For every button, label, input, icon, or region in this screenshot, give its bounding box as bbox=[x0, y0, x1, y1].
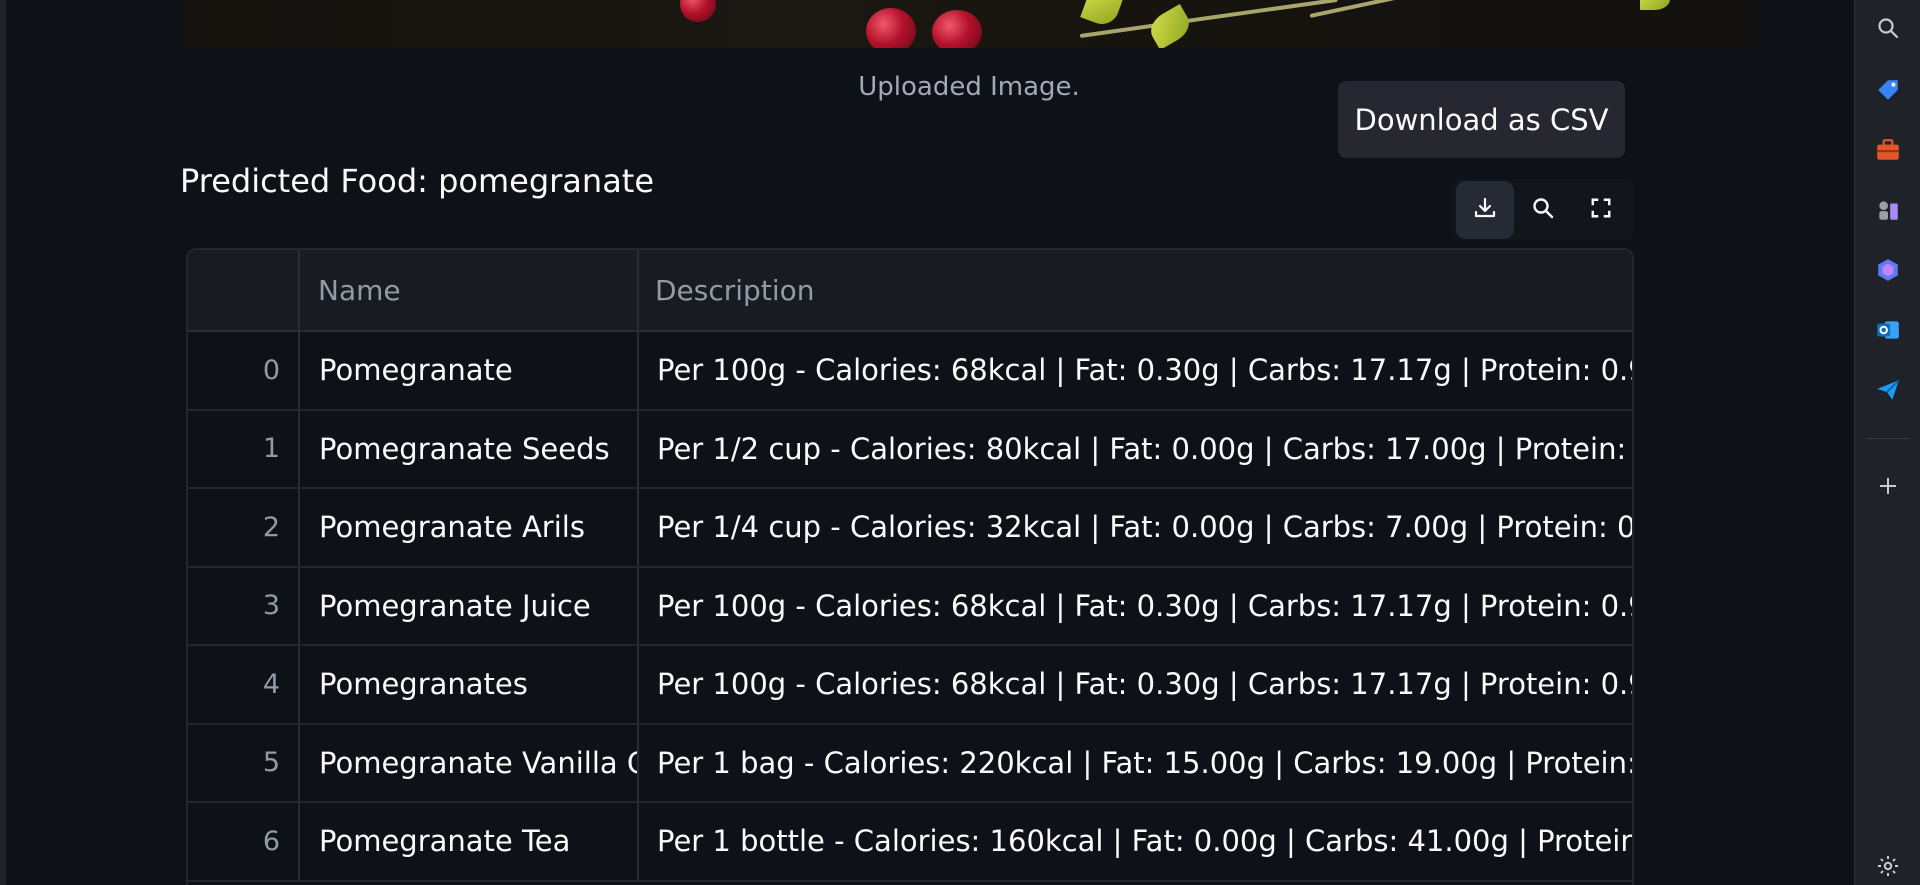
row-name[interactable]: Pomegranate Vanilla Cas bbox=[300, 724, 639, 801]
row-description[interactable]: Per 1/4 cup - Calories: 32kcal | Fat: 0.… bbox=[639, 489, 1632, 566]
row-name[interactable]: Pomegranate Seeds bbox=[300, 410, 639, 487]
table-row[interactable]: 6 Pomegranate Tea Per 1 bottle - Calorie… bbox=[188, 803, 1632, 882]
table-row[interactable]: 0 Pomegranate Per 100g - Calories: 68kca… bbox=[188, 332, 1632, 411]
table-row[interactable]: 5 Pomegranate Vanilla Cas Per 1 bag - Ca… bbox=[188, 724, 1632, 803]
row-description[interactable]: Per 1 bottle - Calories: 160kcal | Fat: … bbox=[639, 803, 1632, 880]
main-content: Uploaded Image. Download as CSV Predicte… bbox=[6, 0, 1854, 885]
add-icon[interactable] bbox=[1872, 470, 1904, 502]
row-index: 5 bbox=[188, 724, 300, 801]
send-icon[interactable] bbox=[1872, 374, 1904, 406]
download-csv-tooltip: Download as CSV bbox=[1338, 81, 1625, 158]
tag-icon[interactable] bbox=[1872, 74, 1904, 106]
settings-icon[interactable] bbox=[1872, 850, 1904, 882]
row-name[interactable]: Pomegranate Juice bbox=[300, 567, 639, 644]
chess-icon[interactable] bbox=[1872, 194, 1904, 226]
edge-sidebar bbox=[1854, 0, 1920, 885]
outlook-icon[interactable] bbox=[1872, 314, 1904, 346]
search-icon bbox=[1531, 196, 1555, 224]
download-icon bbox=[1473, 196, 1497, 224]
row-index: 2 bbox=[188, 489, 300, 566]
table-row[interactable]: 2 Pomegranate Arils Per 1/4 cup - Calori… bbox=[188, 489, 1632, 568]
row-index: 0 bbox=[188, 332, 300, 409]
search-icon[interactable] bbox=[1872, 12, 1904, 44]
row-index: 6 bbox=[188, 803, 300, 880]
name-header[interactable]: Name bbox=[300, 250, 639, 330]
row-name[interactable]: Pomegranates bbox=[300, 646, 639, 723]
table-row[interactable]: 4 Pomegranates Per 100g - Calories: 68kc… bbox=[188, 646, 1632, 725]
row-name[interactable]: Pomegranate Tea bbox=[300, 803, 639, 880]
copilot-icon[interactable] bbox=[1872, 254, 1904, 286]
row-name[interactable]: Pomegranate Arils bbox=[300, 489, 639, 566]
sidebar-divider bbox=[1867, 438, 1909, 439]
dataframe-toolbar bbox=[1452, 179, 1634, 240]
index-header[interactable] bbox=[188, 250, 300, 330]
nutrition-table[interactable]: Name Description 0 Pomegranate Per 100g … bbox=[186, 248, 1634, 885]
uploaded-image bbox=[180, 0, 1758, 48]
row-description[interactable]: Per 1/2 cup - Calories: 80kcal | Fat: 0.… bbox=[639, 411, 1632, 488]
fullscreen-icon bbox=[1590, 197, 1612, 223]
row-description[interactable]: Per 100g - Calories: 68kcal | Fat: 0.30g… bbox=[639, 332, 1632, 409]
row-description[interactable]: Per 100g - Calories: 68kcal | Fat: 0.30g… bbox=[639, 646, 1632, 723]
row-index: 4 bbox=[188, 646, 300, 723]
description-header[interactable]: Description bbox=[639, 250, 1632, 330]
table-row[interactable]: 1 Pomegranate Seeds Per 1/2 cup - Calori… bbox=[188, 410, 1632, 489]
row-index: 3 bbox=[188, 567, 300, 644]
download-button[interactable] bbox=[1456, 180, 1514, 239]
toolbox-icon[interactable] bbox=[1872, 134, 1904, 166]
table-header: Name Description bbox=[188, 250, 1632, 332]
row-description[interactable]: Per 1 bag - Calories: 220kcal | Fat: 15.… bbox=[639, 725, 1632, 802]
row-index: 1 bbox=[188, 410, 300, 487]
fullscreen-button[interactable] bbox=[1572, 181, 1630, 239]
row-name[interactable]: Pomegranate bbox=[300, 332, 639, 409]
search-button[interactable] bbox=[1514, 181, 1572, 239]
row-description[interactable]: Per 100g - Calories: 68kcal | Fat: 0.30g… bbox=[639, 568, 1632, 645]
table-row[interactable]: 3 Pomegranate Juice Per 100g - Calories:… bbox=[188, 567, 1632, 646]
predicted-food-heading: Predicted Food: pomegranate bbox=[180, 162, 655, 200]
